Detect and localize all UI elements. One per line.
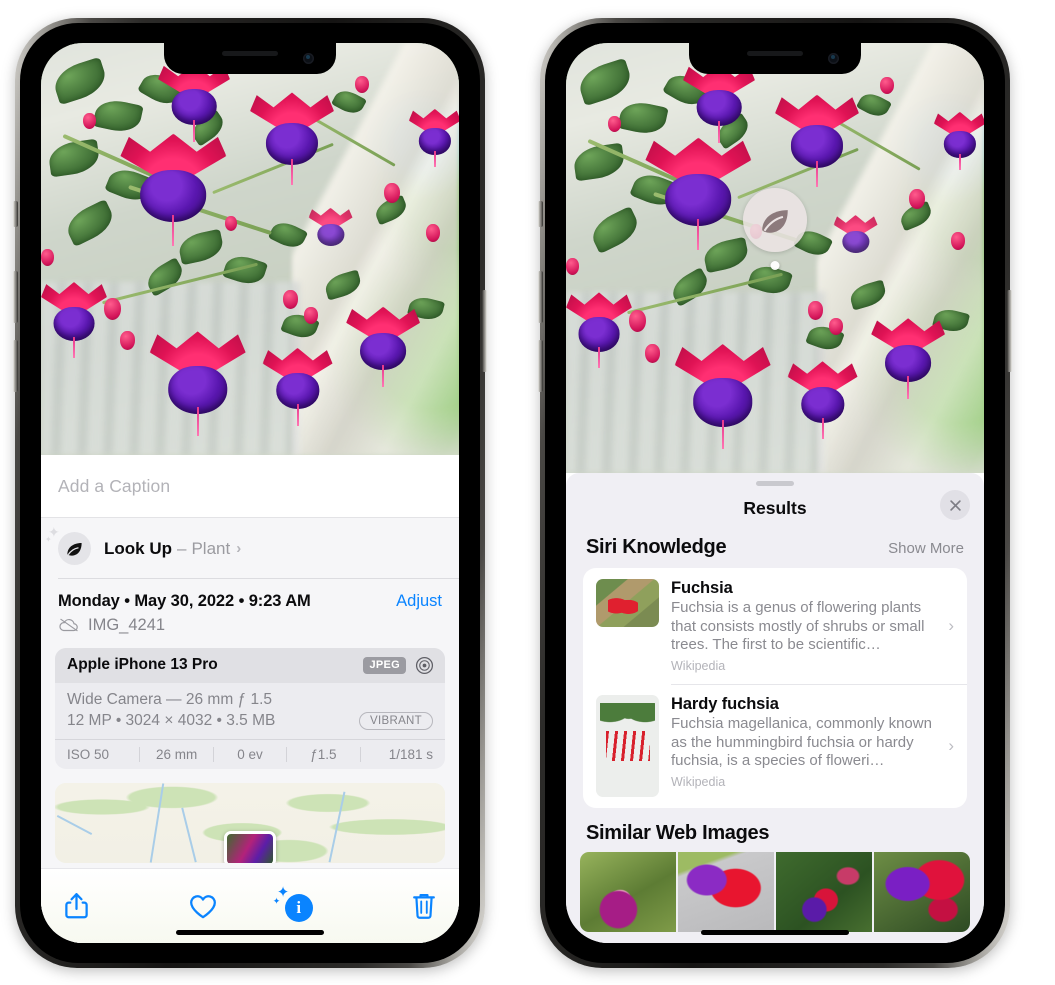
look-up-subject: Plant [191, 538, 231, 558]
close-button[interactable] [940, 490, 970, 520]
camera-lens: Wide Camera — 26 mm ƒ 1.5 [67, 690, 273, 708]
favorite-button[interactable] [157, 893, 251, 920]
exif-focal: 26 mm [140, 746, 214, 762]
trash-icon [413, 894, 435, 919]
result-source: Wikipedia [671, 658, 726, 673]
volume-down-button[interactable] [13, 340, 18, 392]
chevron-right-icon: › [236, 540, 242, 557]
share-button[interactable] [63, 891, 157, 921]
visual-look-up-dot [770, 261, 780, 270]
similar-image-thumb[interactable] [580, 852, 676, 932]
result-thumbnail [596, 579, 659, 627]
share-icon [65, 893, 88, 919]
power-button[interactable] [482, 290, 487, 372]
knowledge-row[interactable]: Fuchsia Fuchsia is a genus of flowering … [583, 568, 967, 684]
siri-knowledge-header: Siri Knowledge Show More [566, 530, 984, 568]
sparkle-small-icon: ✦ [272, 896, 281, 906]
earpiece-speaker [747, 51, 803, 56]
photo-foliage [566, 43, 984, 473]
result-title: Hardy fuchsia [671, 695, 779, 713]
exif-iso: ISO 50 [67, 746, 141, 762]
chevron-right-icon: › [948, 615, 954, 635]
similar-images-grid [566, 852, 984, 932]
aperture-icon [415, 656, 434, 674]
notch [164, 43, 336, 74]
file-row: IMG_4241 [41, 611, 459, 648]
similar-image-thumb[interactable] [678, 852, 774, 932]
look-up-row[interactable]: ✦ ✦ Look Up – Plant › [41, 518, 459, 578]
front-camera-icon [828, 53, 839, 64]
camera-header: Apple iPhone 13 Pro JPEG [55, 647, 445, 683]
look-up-label: Look Up – Plant › [104, 539, 241, 559]
photo-info-sheet: Add a Caption ✦ ✦ Look Up – Plant › Mond… [41, 455, 459, 943]
date-row: Monday • May 30, 2022 • 9:23 AM Adjust [41, 579, 459, 611]
info-glyph: i [284, 894, 313, 922]
caption-input[interactable]: Add a Caption [41, 455, 459, 518]
similar-image-thumb[interactable] [874, 852, 970, 932]
file-name: IMG_4241 [88, 615, 166, 634]
volume-up-button[interactable] [538, 271, 543, 323]
result-title: Fuchsia [671, 579, 733, 597]
exif-ev: 0 ev [214, 746, 288, 762]
camera-size: 12 MP • 3024 × 4032 • 3.5 MB [67, 711, 276, 729]
power-button[interactable] [1007, 290, 1012, 372]
screen-right: Results Siri Knowledge Show More Fuchsia… [566, 43, 984, 943]
info-sparkle-icon: ✦ ✦ i [273, 885, 313, 922]
exif-shutter: 1/181 s [388, 746, 434, 762]
result-thumbnail [596, 695, 659, 797]
camera-body: Wide Camera — 26 mm ƒ 1.5 12 MP • 3024 ×… [55, 683, 445, 739]
similar-image-thumb[interactable] [776, 852, 872, 932]
close-icon [949, 499, 961, 511]
look-up-dash: – [177, 538, 187, 558]
chevron-right-icon: › [948, 736, 954, 755]
result-description: Fuchsia is a genus of flowering plants t… [671, 599, 925, 653]
notch [689, 43, 861, 74]
format-badge: JPEG [363, 656, 406, 674]
photo-viewer[interactable] [41, 43, 459, 455]
front-camera-icon [303, 53, 314, 64]
leaf-icon [762, 210, 788, 233]
home-indicator[interactable] [701, 930, 849, 935]
exif-row: ISO 50 26 mm 0 ev ƒ1.5 1/181 s [55, 738, 445, 769]
mute-switch[interactable] [13, 201, 18, 227]
sparkle-small-icon: ✦ [45, 535, 52, 544]
earpiece-speaker [222, 51, 278, 56]
location-map-card[interactable] [55, 782, 445, 863]
similar-web-images-header: Similar Web Images [566, 808, 984, 852]
delete-button[interactable] [344, 891, 438, 921]
camera-model: Apple iPhone 13 Pro [67, 656, 218, 673]
photographic-style-badge: VIBRANT [359, 711, 433, 730]
icloud-slash-icon [59, 618, 78, 632]
info-button[interactable]: ✦ ✦ i [250, 885, 344, 922]
exif-aperture: ƒ1.5 [287, 746, 361, 762]
result-description: Fuchsia magellanica, commonly known as t… [671, 715, 932, 769]
section-title: Siri Knowledge [586, 536, 727, 558]
look-up-title: Look Up [104, 538, 172, 558]
photo-date: Monday • May 30, 2022 • 9:23 AM [58, 591, 311, 610]
siri-knowledge-card: Fuchsia Fuchsia is a genus of flowering … [583, 568, 967, 808]
map-photo-pin[interactable] [224, 830, 276, 863]
volume-up-button[interactable] [13, 271, 18, 323]
iphone-left: Add a Caption ✦ ✦ Look Up – Plant › Mond… [13, 18, 487, 968]
visual-look-up-badge[interactable] [743, 188, 807, 252]
screen-left: Add a Caption ✦ ✦ Look Up – Plant › Mond… [41, 43, 459, 943]
adjust-button[interactable]: Adjust [396, 592, 442, 611]
caption-placeholder: Add a Caption [58, 475, 171, 496]
section-title: Similar Web Images [586, 822, 770, 844]
knowledge-row[interactable]: Hardy fuchsia Fuchsia magellanica, commo… [583, 684, 967, 808]
home-indicator[interactable] [176, 930, 324, 935]
results-panel: Results Siri Knowledge Show More Fuchsia… [566, 473, 984, 943]
photo-viewer[interactable] [566, 43, 984, 473]
iphone-right: Results Siri Knowledge Show More Fuchsia… [538, 18, 1012, 968]
show-more-button[interactable]: Show More [888, 540, 964, 557]
volume-down-button[interactable] [538, 340, 543, 392]
panel-title: Results [743, 497, 807, 518]
heart-icon [190, 894, 217, 918]
mute-switch[interactable] [538, 201, 543, 227]
result-source: Wikipedia [671, 774, 726, 789]
photo-foliage [41, 43, 459, 455]
leaf-icon: ✦ ✦ [45, 525, 91, 565]
camera-info-card[interactable]: Apple iPhone 13 Pro JPEG Wide Camera — 2… [55, 647, 445, 769]
results-header: Results [566, 486, 984, 530]
